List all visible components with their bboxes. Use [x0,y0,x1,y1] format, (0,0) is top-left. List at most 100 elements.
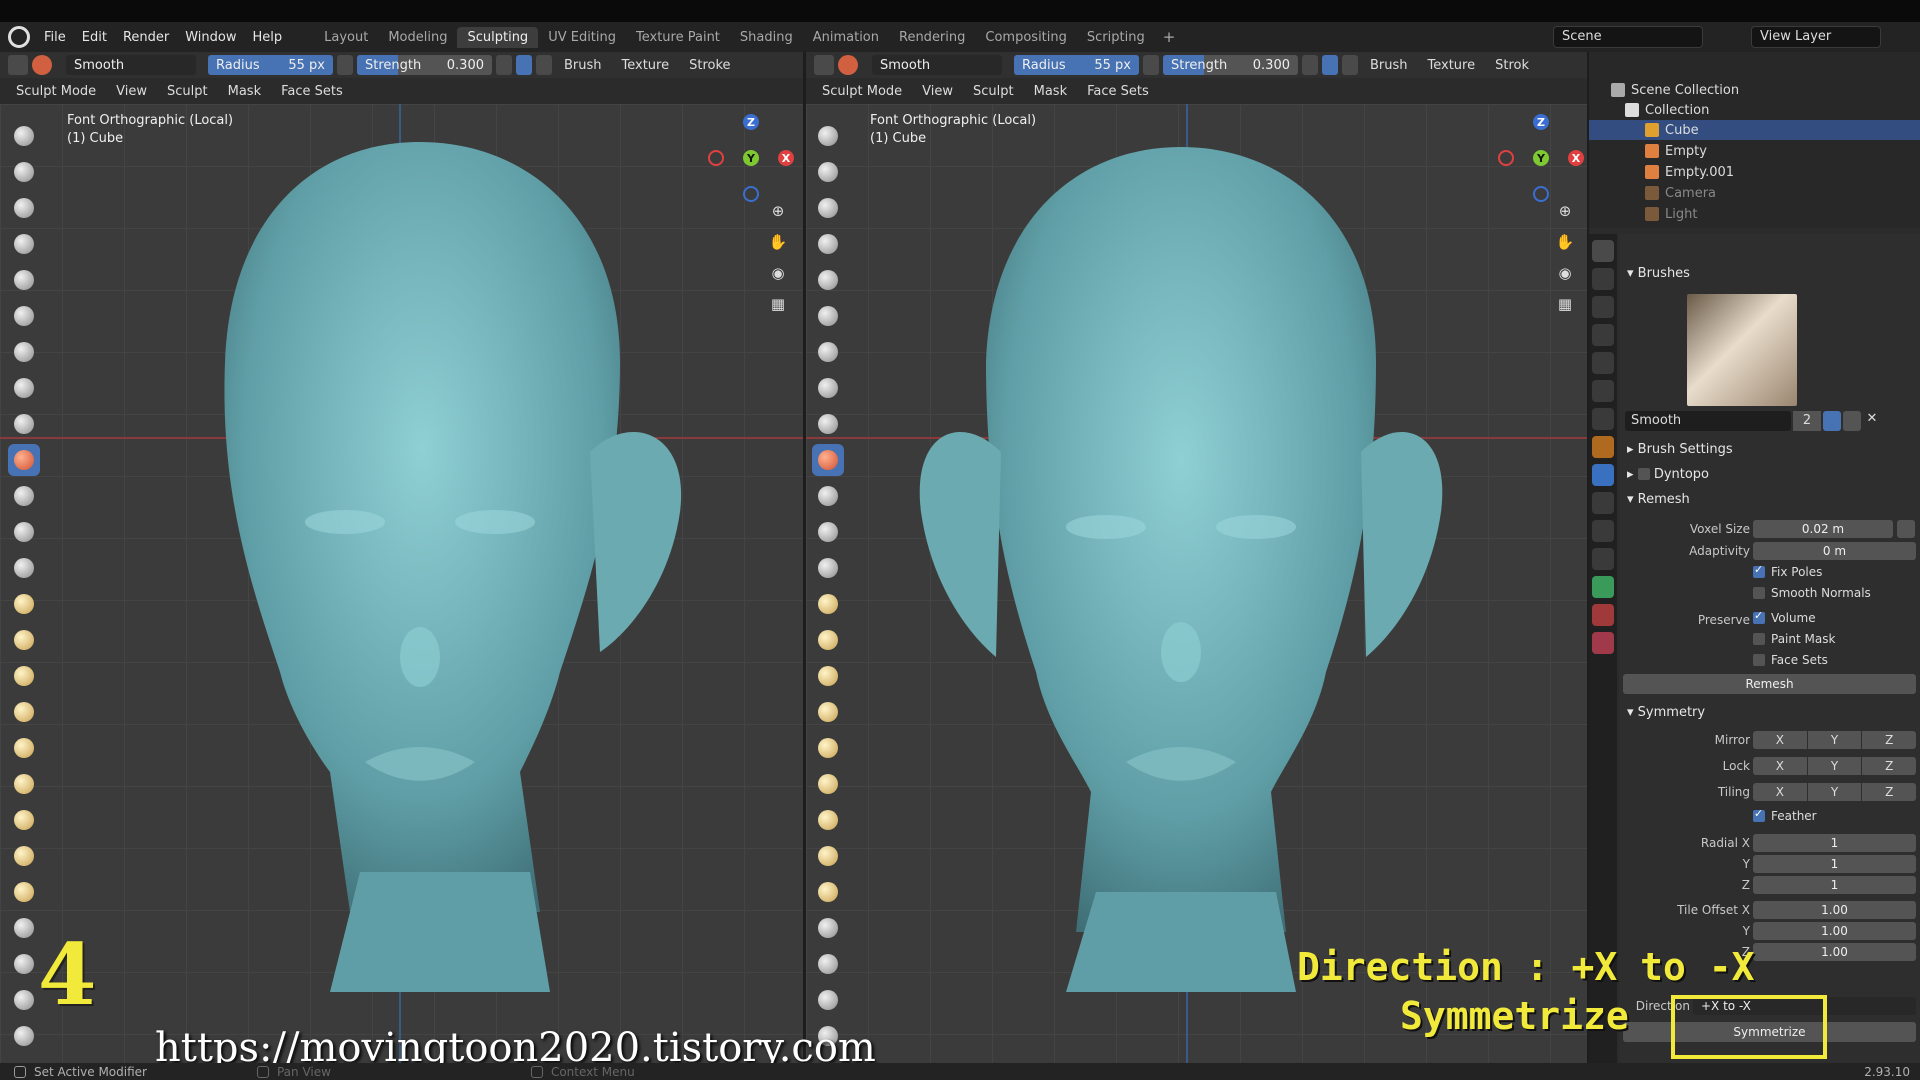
radius-field[interactable]: Radius 55 px [208,55,333,75]
gizmo-x-axis-right[interactable]: X [1568,150,1584,166]
ortho-grid-icon-right[interactable]: ▦ [1554,295,1576,317]
tool-pinch-r[interactable] [812,624,844,656]
tool-grab[interactable] [8,660,40,692]
editor-type-icon-right[interactable] [814,55,834,75]
outliner-scene-collection[interactable]: Scene Collection [1589,80,1920,100]
pen-pressure-icon-2[interactable] [496,55,512,75]
modifier-tab-icon[interactable] [1592,464,1614,486]
tool-cloth[interactable] [8,984,40,1016]
tool-pinch[interactable] [8,624,40,656]
tab-sculpting[interactable]: Sculpting [457,26,539,48]
mirror-z-toggle[interactable]: Z [1862,731,1917,749]
tab-texture-paint[interactable]: Texture Paint [626,27,730,48]
symmetry-panel-header[interactable]: ▾ Symmetry [1621,701,1918,723]
lock-x-toggle[interactable]: X [1753,757,1807,775]
tool-blob[interactable] [8,372,40,404]
menu-file[interactable]: File [36,30,74,45]
gizmo-z-axis[interactable]: Z [743,114,759,130]
voxel-size-field[interactable]: 0.02 m [1753,520,1893,538]
paint-mask-checkbox[interactable]: Paint Mask [1753,632,1835,646]
menu-help[interactable]: Help [245,30,291,45]
pen-pressure-icon-right[interactable] [1143,55,1159,75]
material-tab-icon[interactable] [1592,604,1614,626]
outliner-item-empty-001[interactable]: Empty.001 [1589,162,1920,182]
radial-y-field[interactable]: 1 [1753,855,1916,873]
outliner-collection[interactable]: Collection [1589,100,1920,120]
dyntopo-panel-header[interactable]: ▸ Dyntopo [1621,463,1918,485]
view-menu-right[interactable]: View [914,83,961,100]
add-direction-button-right[interactable] [1322,55,1338,75]
adaptivity-field[interactable]: 0 m [1753,542,1916,560]
tool-draw-r[interactable] [812,120,844,152]
sculpt-menu-right[interactable]: Sculpt [965,83,1022,100]
gizmo-neg-x-right[interactable] [1498,150,1514,166]
tool-flatten-r[interactable] [812,480,844,512]
outliner-item-light[interactable]: Light [1589,204,1920,224]
tool-pose[interactable] [8,804,40,836]
gizmo-z-axis-right[interactable]: Z [1533,114,1549,130]
zoom-icon-right[interactable]: ⊕ [1554,202,1576,224]
tool-inflate[interactable] [8,336,40,368]
viewport-left[interactable]: Smooth Radius 55 px Strength 0.300 Brush T… [0,52,803,1063]
stroke-menu-right[interactable]: Strok [1487,57,1537,74]
object-tab-icon[interactable] [1592,436,1614,458]
gizmo-y-axis[interactable]: Y [743,150,759,166]
tiling-x-toggle[interactable]: X [1753,783,1807,801]
tab-uv-editing[interactable]: UV Editing [538,27,626,48]
tool-boundary-r[interactable] [812,948,844,980]
tool-crease-r[interactable] [812,408,844,440]
camera-view-icon-right[interactable]: ◉ [1554,264,1576,286]
tool-snake-hook[interactable] [8,732,40,764]
fake-user-shield-icon[interactable] [1823,411,1841,431]
data-tab-icon[interactable] [1592,576,1614,598]
view-layer-tab-icon[interactable] [1592,324,1614,346]
gizmo-neg-x[interactable] [708,150,724,166]
zoom-icon[interactable]: ⊕ [767,202,789,224]
pan-hand-icon[interactable]: ✋ [767,233,789,255]
subtract-direction-button[interactable] [536,55,552,75]
brush-datablock-name[interactable]: Smooth [1625,411,1791,431]
eyedropper-icon[interactable] [1897,520,1915,538]
dyntopo-checkbox[interactable] [1637,468,1650,480]
tab-shading[interactable]: Shading [730,27,803,48]
brush-preview-image[interactable] [1687,294,1797,406]
brush-settings-panel-header[interactable]: ▸ Brush Settings [1621,438,1918,460]
navigation-gizmo[interactable]: Z Y X [706,112,796,202]
tool-scrape-r[interactable] [812,552,844,584]
tool-scrape[interactable] [8,552,40,584]
tile-offset-y-field[interactable]: 1.00 [1753,922,1916,940]
radial-x-field[interactable]: 1 [1753,834,1916,852]
gizmo-neg-z-right[interactable] [1533,186,1549,202]
outliner-item-camera[interactable]: Camera [1589,183,1920,203]
gizmo-x-axis[interactable]: X [778,150,794,166]
outliner-item-empty[interactable]: Empty [1589,141,1920,161]
tool-grab-r[interactable] [812,660,844,692]
tool-fill[interactable] [8,516,40,548]
pen-pressure-icon[interactable] [337,55,353,75]
gizmo-y-axis-right[interactable]: Y [1533,150,1549,166]
tool-pose-r[interactable] [812,804,844,836]
radius-field-right[interactable]: Radius 55 px [1014,55,1139,75]
brush-name-field-right[interactable]: Smooth [872,55,1002,75]
subtract-direction-button-right[interactable] [1342,55,1358,75]
tool-clay-strips[interactable] [8,228,40,260]
volume-checkbox[interactable]: Volume [1753,609,1816,625]
render-tab-icon[interactable] [1592,268,1614,290]
tool-cloth-r[interactable] [812,984,844,1016]
particles-tab-icon[interactable] [1592,492,1614,514]
tool-fill-r[interactable] [812,516,844,548]
tool-clay[interactable] [8,192,40,224]
remesh-button[interactable]: Remesh [1623,674,1916,694]
tab-modeling[interactable]: Modeling [378,27,457,48]
lock-z-toggle[interactable]: Z [1862,757,1917,775]
tile-offset-z-field[interactable]: 1.00 [1753,943,1916,961]
tool-smooth[interactable] [8,444,40,476]
tool-boundary[interactable] [8,948,40,980]
add-workspace-button[interactable]: + [1155,28,1184,46]
tool-layer-r[interactable] [812,300,844,332]
mirror-y-toggle[interactable]: Y [1807,731,1862,749]
tool-clay-thumb-r[interactable] [812,264,844,296]
collection-tab-icon[interactable] [1592,408,1614,430]
tool-clay-thumb[interactable] [8,264,40,296]
brush-icon-right[interactable] [838,55,858,75]
